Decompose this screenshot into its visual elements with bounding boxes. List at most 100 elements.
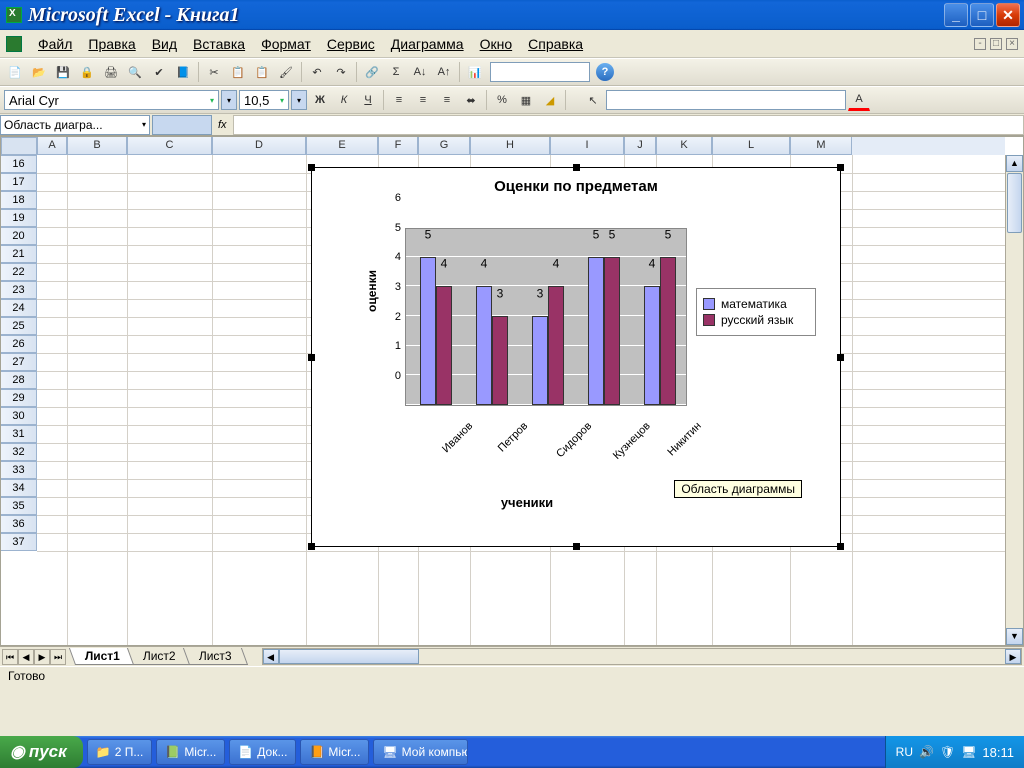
underline-button[interactable]: Ч (357, 89, 379, 111)
menu-help[interactable]: Справка (520, 34, 591, 54)
sort-asc-icon[interactable]: A↓ (409, 61, 431, 83)
paste-icon[interactable]: 📋 (251, 61, 273, 83)
resize-handle-e[interactable] (837, 354, 844, 361)
row-header-35[interactable]: 35 (1, 497, 37, 515)
align-center-icon[interactable]: ≡ (412, 89, 434, 111)
minimize-button[interactable]: _ (944, 3, 968, 27)
tray-icon[interactable]: 🖥 (961, 745, 976, 759)
ask-a-question-input[interactable] (606, 90, 846, 110)
name-box-expand[interactable] (152, 115, 212, 135)
menu-chart[interactable]: Диаграмма (383, 34, 472, 54)
hscroll-thumb[interactable] (279, 649, 419, 664)
save-icon[interactable]: 💾 (52, 61, 74, 83)
menu-tools[interactable]: Сервис (319, 34, 383, 54)
resize-handle-se[interactable] (837, 543, 844, 550)
formula-input[interactable] (233, 115, 1024, 135)
size-dropdown[interactable]: ▾ (291, 90, 307, 110)
chart-legend[interactable]: математика русский язык (696, 288, 816, 336)
col-header-F[interactable]: F (378, 137, 418, 155)
sort-desc-icon[interactable]: A↑ (433, 61, 455, 83)
sheet-tabs[interactable]: Лист1Лист2Лист3 (72, 648, 242, 665)
spellcheck-icon[interactable]: ✔ (148, 61, 170, 83)
menu-window[interactable]: Окно (472, 34, 521, 54)
col-header-A[interactable]: A (37, 137, 67, 155)
menu-edit[interactable]: Правка (80, 34, 143, 54)
tab-first-icon[interactable]: ⏮ (2, 649, 18, 665)
copy-icon[interactable]: 📋 (227, 61, 249, 83)
bar-Петров-русский язык[interactable] (492, 316, 508, 405)
permission-icon[interactable]: 🔒 (76, 61, 98, 83)
row-header-28[interactable]: 28 (1, 371, 37, 389)
menu-insert[interactable]: Вставка (185, 34, 253, 54)
taskbar-item[interactable]: 📁2 П... (87, 739, 153, 765)
row-header-30[interactable]: 30 (1, 407, 37, 425)
workbook-close[interactable]: × (1006, 38, 1018, 50)
align-left-icon[interactable]: ≡ (388, 89, 410, 111)
merge-icon[interactable]: ⬌ (460, 89, 482, 111)
tab-prev-icon[interactable]: ◀ (18, 649, 34, 665)
row-header-21[interactable]: 21 (1, 245, 37, 263)
tray-icon[interactable]: 🔊 (919, 745, 934, 759)
row-header-27[interactable]: 27 (1, 353, 37, 371)
select-all-corner[interactable] (1, 137, 37, 155)
col-header-J[interactable]: J (624, 137, 656, 155)
resize-handle-sw[interactable] (308, 543, 315, 550)
resize-handle-w[interactable] (308, 354, 315, 361)
scroll-down-icon[interactable]: ▼ (1006, 628, 1023, 645)
col-header-H[interactable]: H (470, 137, 550, 155)
resize-handle-ne[interactable] (837, 164, 844, 171)
drawing-select-icon[interactable]: ↖ (582, 89, 604, 111)
chart-wizard-icon[interactable]: 📊 (464, 61, 486, 83)
col-header-K[interactable]: K (656, 137, 712, 155)
zoom-combo[interactable] (490, 62, 590, 82)
doc-icon[interactable] (6, 36, 22, 52)
row-header-23[interactable]: 23 (1, 281, 37, 299)
system-tray[interactable]: RU 🔊 🛡 🖥 18:11 (885, 736, 1024, 768)
hscroll-left-icon[interactable]: ◀ (263, 649, 279, 664)
col-header-D[interactable]: D (212, 137, 306, 155)
row-headers[interactable]: 1617181920212223242526272829303132333435… (1, 155, 37, 551)
menu-file[interactable]: Файл (30, 34, 80, 54)
autosum-icon[interactable]: Σ (385, 61, 407, 83)
bar-Иванов-русский язык[interactable] (436, 286, 452, 405)
resize-handle-n[interactable] (573, 164, 580, 171)
bar-Петров-математика[interactable] (476, 286, 492, 405)
maximize-button[interactable]: □ (970, 3, 994, 27)
col-header-L[interactable]: L (712, 137, 790, 155)
row-header-37[interactable]: 37 (1, 533, 37, 551)
print-icon[interactable]: 🖨 (100, 61, 122, 83)
tray-icon[interactable]: 🛡 (940, 745, 955, 759)
hscroll-right-icon[interactable]: ▶ (1005, 649, 1021, 664)
row-header-32[interactable]: 32 (1, 443, 37, 461)
col-header-G[interactable]: G (418, 137, 470, 155)
new-icon[interactable]: 📄 (4, 61, 26, 83)
bar-Никитин-математика[interactable] (644, 286, 660, 405)
bold-button[interactable]: Ж (309, 89, 331, 111)
borders-icon[interactable]: ▦ (515, 89, 537, 111)
row-header-31[interactable]: 31 (1, 425, 37, 443)
lang-indicator[interactable]: RU (896, 745, 913, 759)
fx-label[interactable]: fx (212, 119, 233, 131)
undo-icon[interactable]: ↶ (306, 61, 328, 83)
chart-title[interactable]: Оценки по предметам (312, 168, 840, 199)
format-painter-icon[interactable]: 🖌 (275, 61, 297, 83)
row-header-25[interactable]: 25 (1, 317, 37, 335)
bar-Сидоров-русский язык[interactable] (548, 286, 564, 405)
workbook-minimize[interactable]: - (974, 38, 986, 50)
menu-format[interactable]: Формат (253, 34, 319, 54)
preview-icon[interactable]: 🔍 (124, 61, 146, 83)
redo-icon[interactable]: ↷ (330, 61, 352, 83)
taskbar-item[interactable]: 📙Micr... (300, 739, 369, 765)
size-combo[interactable]: 10,5▾ (239, 90, 289, 110)
embedded-chart[interactable]: Оценки по предметам оценки 0123456 54433… (311, 167, 841, 547)
row-header-22[interactable]: 22 (1, 263, 37, 281)
row-header-24[interactable]: 24 (1, 299, 37, 317)
resize-handle-s[interactable] (573, 543, 580, 550)
worksheet-grid[interactable]: ABCDEFGHIJKLM 16171819202122232425262728… (0, 136, 1024, 646)
plot-area[interactable]: 5443345545 (405, 228, 687, 406)
clock[interactable]: 18:11 (982, 745, 1014, 760)
start-button[interactable]: ◉пуск (0, 736, 83, 768)
taskbar-item[interactable]: 🖥Мой компьютер (373, 739, 468, 765)
align-right-icon[interactable]: ≡ (436, 89, 458, 111)
col-header-E[interactable]: E (306, 137, 378, 155)
